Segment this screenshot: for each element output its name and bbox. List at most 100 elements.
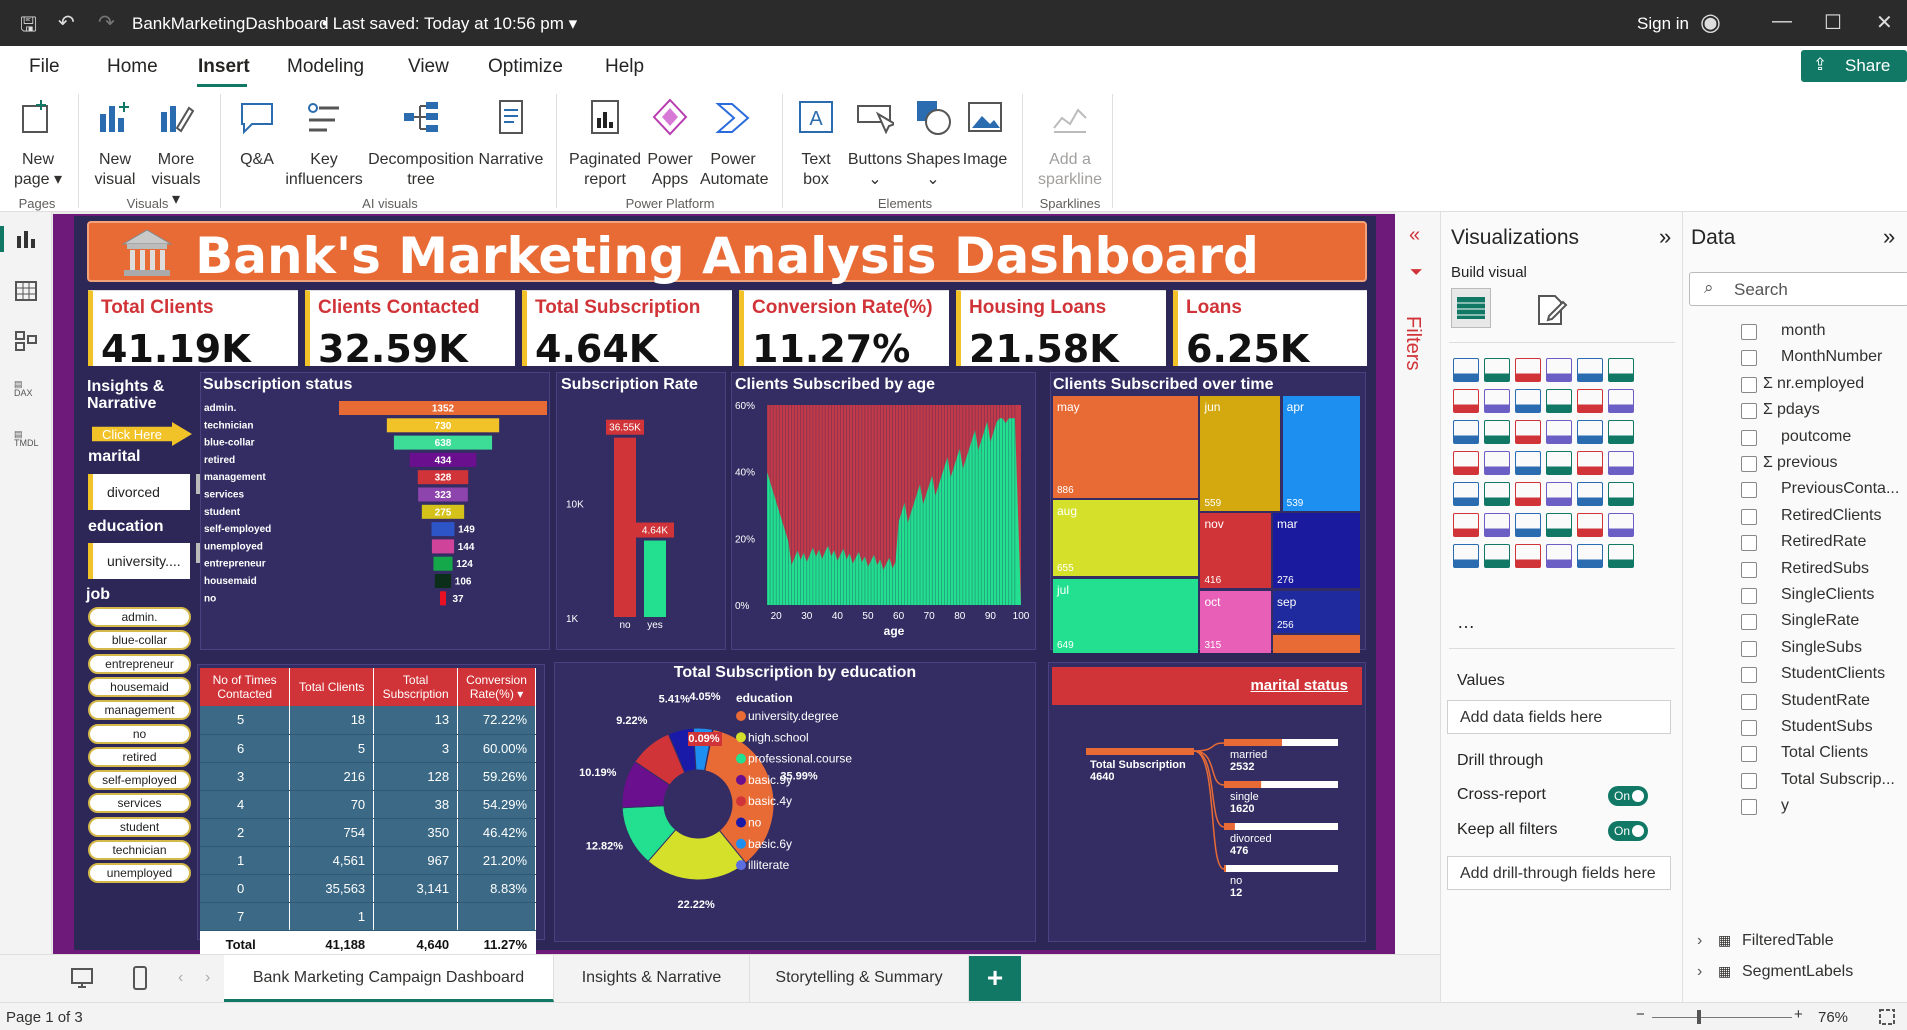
table-item[interactable]: FilteredTable [1742,932,1834,950]
field-item[interactable]: RetiredClients [1781,507,1881,525]
field-item[interactable]: StudentSubs [1781,718,1873,736]
values-well[interactable]: Add data fields here [1447,700,1671,734]
kpi-card-total-clients[interactable]: Total Clients 41.19K [88,290,298,371]
app-source-visual-icon[interactable] [1577,544,1603,568]
next-page-icon[interactable]: › [205,969,210,987]
education-slicer[interactable]: university.... [88,543,190,579]
save-icon[interactable]: 🖫 [20,10,37,44]
job-option-9[interactable]: student [88,816,191,837]
key-influencers-visual-icon[interactable] [1484,513,1510,537]
model-view-icon[interactable] [14,330,38,352]
marital-slicer[interactable]: divorced [88,474,190,510]
job-option-0[interactable]: admin. [88,607,191,627]
field-checkbox[interactable] [1741,667,1757,684]
treemap-cell-oct[interactable]: oct 315 [1200,590,1271,654]
build-visual-tab[interactable] [1451,288,1491,328]
kpi-card-total-subscription[interactable]: Total Subscription 4.64K [522,290,732,371]
share-button[interactable]: ⇪ Share ⌄ [1801,50,1907,95]
field-checkbox[interactable] [1741,614,1757,631]
kpi-card-loans[interactable]: Loans 6.25K [1173,290,1367,371]
field-checkbox[interactable] [1741,324,1757,340]
paginated-visual-icon[interactable] [1453,544,1479,568]
slicer-visual-icon[interactable] [1515,482,1541,506]
new-visual-button[interactable]: New visual [90,98,140,190]
matrix-visual-icon[interactable] [1577,482,1603,506]
fit-to-page-icon[interactable] [1878,1008,1896,1026]
job-option-4[interactable]: management [88,700,191,721]
multi-card-visual-icon[interactable] [1453,482,1479,506]
line-visual-icon[interactable] [1453,389,1479,413]
field-item[interactable]: SingleRate [1781,612,1859,630]
field-checkbox[interactable] [1741,508,1757,525]
shapes-button[interactable]: Shapes ⌄ [906,98,960,190]
metrics-visual-icon[interactable] [1608,513,1634,537]
table-item[interactable]: SegmentLabels [1742,963,1853,981]
account-icon[interactable]: ◉ [1700,8,1721,37]
field-checkbox[interactable] [1741,640,1757,657]
stacked-column-visual-icon[interactable] [1484,358,1510,382]
treemap-cell-dec[interactable] [1272,635,1360,654]
table-view-icon[interactable] [14,280,38,302]
job-option-3[interactable]: housemaid [88,676,191,697]
field-checkbox[interactable] [1741,456,1757,472]
page-tab-dashboard[interactable]: Bank Marketing Campaign Dashboard [224,955,554,1002]
field-checkbox[interactable] [1741,746,1757,763]
filters-pane-collapsed[interactable]: « ⏷ Filters [1395,212,1441,1002]
menu-modeling[interactable]: Modeling [287,56,364,78]
100-column-visual-icon[interactable] [1608,358,1634,382]
decomposition-tree-button[interactable]: Decomposition tree [366,98,476,190]
job-option-8[interactable]: services [88,793,191,814]
field-item[interactable]: Total Clients [1781,744,1868,762]
text-box-button[interactable]: A Text box [794,98,838,190]
r-visual-visual-icon[interactable] [1608,482,1634,506]
job-option-11[interactable]: unemployed [88,863,191,884]
key-influencers-button[interactable]: Key influencers [284,98,364,190]
kpi-card-conversion-rate[interactable]: Conversion Rate(%) 11.27% [739,290,949,371]
expand-icon[interactable]: « [1409,224,1420,247]
field-item[interactable]: y [1781,797,1789,815]
line-clustered-visual-icon[interactable] [1608,389,1634,413]
field-checkbox[interactable] [1741,376,1757,393]
donut-visual-icon[interactable] [1608,420,1634,444]
field-item[interactable]: nr.employed [1777,375,1864,393]
expand-chevron-icon[interactable]: › [1697,932,1702,950]
menu-help[interactable]: Help [605,56,644,78]
more-visuals-button[interactable]: More visuals ▾ [146,98,206,210]
treemap-cell-sep[interactable]: sep 256 [1272,590,1360,633]
field-checkbox[interactable] [1741,350,1757,367]
field-checkbox[interactable] [1741,482,1757,499]
redo-icon[interactable]: ↷ [98,10,115,35]
desktop-layout-icon[interactable] [70,967,94,989]
table-visual-icon[interactable] [1546,482,1572,506]
zoom-slider-thumb[interactable] [1697,1010,1701,1024]
stacked-bar-visual-icon[interactable] [1453,358,1479,382]
job-option-5[interactable]: no [88,723,191,744]
scatter-visual-icon[interactable] [1546,420,1572,444]
field-checkbox[interactable] [1741,588,1757,604]
kpi-card-clients-contacted[interactable]: Clients Contacted 32.59K [305,290,515,371]
new-page-button[interactable]: New page ▾ [8,98,68,190]
field-item[interactable]: PreviousConta... [1781,480,1899,498]
drill-through-well[interactable]: Add drill-through fields here [1447,856,1671,890]
dax-query-view-icon[interactable]: ▤ DAX [14,380,38,402]
job-option-2[interactable]: entrepreneur [88,653,191,674]
treemap-cell-may[interactable]: may 886 [1053,396,1199,498]
clustered-column-visual-icon[interactable] [1546,358,1572,382]
area-visual-icon[interactable] [1484,389,1510,413]
kpi-visual-icon[interactable] [1484,482,1510,506]
buttons-button[interactable]: Buttons ⌄ [844,98,906,190]
format-visual-icon[interactable] [1533,292,1569,328]
treemap-cell-jul[interactable]: jul 649 [1053,578,1199,654]
zoom-out-button[interactable]: − [1636,1006,1645,1023]
qa-button[interactable]: Q&A [232,98,282,170]
narrative-button[interactable]: Narrative [476,98,546,170]
funnel-visual-icon[interactable] [1515,420,1541,444]
field-item[interactable]: RetiredSubs [1781,560,1869,578]
field-item[interactable]: StudentClients [1781,665,1885,683]
treemap-cell-jun[interactable]: jun 559 [1200,396,1281,511]
filled-map-visual-icon[interactable] [1515,451,1541,475]
field-item[interactable]: StudentRate [1781,692,1870,710]
field-checkbox[interactable] [1741,799,1757,816]
job-option-1[interactable]: blue-collar [88,630,191,651]
field-checkbox[interactable] [1741,403,1757,420]
